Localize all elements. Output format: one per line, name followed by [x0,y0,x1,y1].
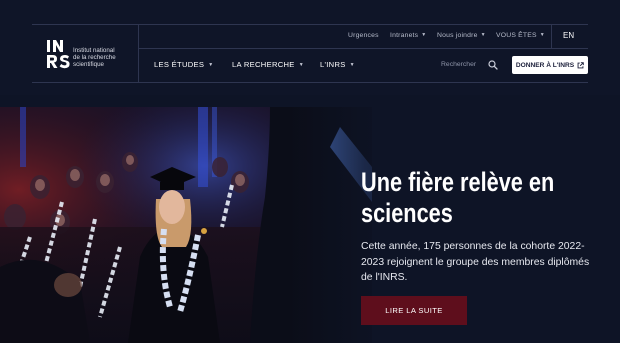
utility-menu-nous-joindre[interactable]: Nous joindre ▼ [437,32,486,39]
nav-item-recherche[interactable]: LA RECHERCHE ▼ [232,60,304,69]
donate-label: DONNER À L'INRS [515,61,575,69]
hero-title: Une fière relève en sciences [361,167,574,229]
utility-label: VOUS ÊTES [496,32,537,39]
external-link-icon [577,61,584,68]
hero-title-line-1: Une fière relève en [361,167,555,197]
utility-label: Nous joindre [437,32,478,39]
hero-title-line-2: sciences [361,198,453,228]
utility-label: Urgences [348,32,379,39]
read-more-button[interactable]: LIRE LA SUITE [361,296,467,325]
chevron-down-icon: ▼ [349,62,355,68]
nav-item-inrs[interactable]: L'INRS ▼ [320,60,355,69]
header-divider-bottom [32,82,588,83]
chevron-down-icon: ▼ [208,62,214,68]
utility-link-urgences[interactable]: Urgences [348,32,379,39]
hero-description: Cette année, 175 personnes de la cohorte… [361,241,590,284]
chevron-down-icon: ▼ [480,32,486,38]
nav-item-etudes[interactable]: LES ÉTUDES ▼ [154,60,214,69]
header-divider-top [32,24,588,25]
header-divider-middle [139,48,588,49]
chevron-down-icon: ▼ [421,32,427,38]
header-divider-logo [138,24,139,82]
logo-wordmark: Institut national de la recherche scient… [73,47,133,68]
nav-label: LES ÉTUDES [154,60,205,69]
donate-button[interactable]: DONNER À L'INRS [512,56,588,74]
logo-line-3: scientifique [73,61,104,68]
nav-label: LA RECHERCHE [232,60,295,69]
logo-line-2: de la recherche [73,54,116,61]
chevron-down-icon: ▼ [539,32,545,38]
search-field[interactable]: Rechercher [441,61,476,68]
language-toggle[interactable]: EN [563,31,574,40]
nav-label: L'INRS [320,60,346,69]
utility-menu-intranets[interactable]: Intranets ▼ [390,32,426,39]
header-divider-lang [551,24,552,48]
logo-line-1: Institut national [73,47,115,54]
search-icon[interactable] [488,60,498,70]
utility-label: Intranets [390,32,419,39]
chevron-down-icon: ▼ [298,62,304,68]
inrs-logo-mark [47,40,70,69]
utility-menu-vous-etes[interactable]: VOUS ÊTES ▼ [496,32,545,39]
